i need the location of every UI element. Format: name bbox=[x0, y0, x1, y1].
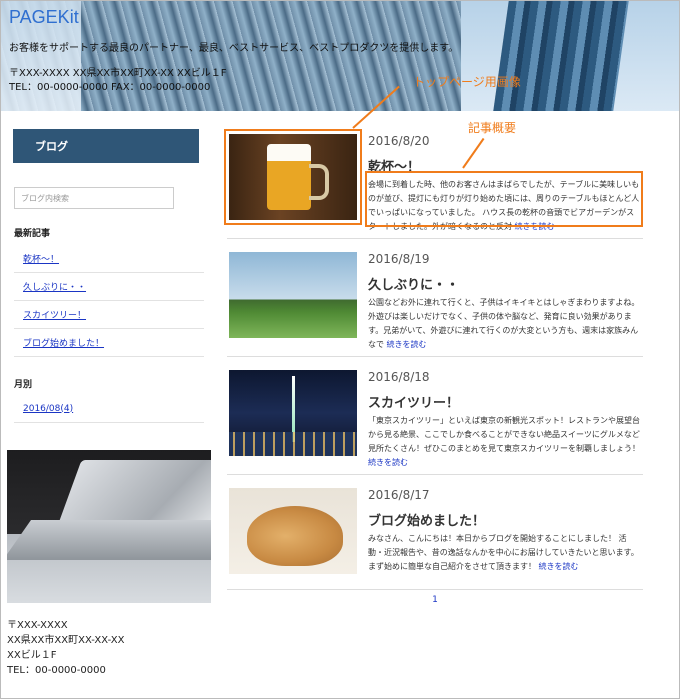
recent-posts-list: 乾杯〜！ 久しぶりに・・ スカイツリー！ ブログ始めました！ bbox=[14, 245, 204, 357]
post-title[interactable]: スカイツリー！ bbox=[368, 392, 459, 411]
read-more-link[interactable]: 続きを読む bbox=[368, 458, 408, 467]
read-more-link[interactable]: 続きを読む bbox=[539, 562, 579, 571]
post-thumbnail-skytree[interactable] bbox=[229, 370, 357, 456]
callout-summary-line bbox=[462, 137, 485, 169]
post-thumbnail-dog[interactable] bbox=[229, 488, 357, 574]
highlight-top-image bbox=[224, 129, 362, 225]
recent-post-item: スカイツリー！ bbox=[14, 301, 204, 329]
read-more-link[interactable]: 続きを読む bbox=[387, 340, 427, 349]
recent-post-link[interactable]: 久しぶりに・・ bbox=[23, 280, 86, 293]
site-tagline: お客様をサポートする最良のパートナー、最良、ベストサービス、ベストプロダクツを提… bbox=[9, 43, 459, 54]
post-divider bbox=[227, 238, 643, 239]
post-date: 2016/8/17 bbox=[368, 488, 430, 502]
post-date: 2016/8/20 bbox=[368, 134, 430, 148]
footer-zip: 〒XXX-XXXX bbox=[7, 620, 68, 631]
post-thumbnail-park[interactable] bbox=[229, 252, 357, 338]
header-address: 〒XXX-XXXX XX県XX市XX町XX-XX XXビル１F TEL：00-0… bbox=[9, 67, 227, 95]
site-logo[interactable]: PAGEKit bbox=[9, 7, 79, 28]
footer-building: XXビル１F bbox=[7, 650, 57, 661]
post-divider bbox=[227, 474, 643, 475]
footer-street: XX県XX市XX町XX-XX-XX bbox=[7, 635, 125, 646]
header-tel-line: TEL：00-0000-0000 FAX：00-0000-0000 bbox=[9, 82, 211, 93]
laptop-image bbox=[7, 450, 211, 603]
post-excerpt: 「東京スカイツリー」といえば東京の新観光スポット！レストランや展望台から見る絶景… bbox=[368, 414, 640, 470]
recent-post-item: 久しぶりに・・ bbox=[14, 273, 204, 301]
callout-top-image: トップページ用画像 bbox=[413, 75, 521, 89]
post-excerpt-text: 「東京スカイツリー」といえば東京の新観光スポット！レストランや展望台から見る絶景… bbox=[368, 416, 640, 453]
post-date: 2016/8/19 bbox=[368, 252, 430, 266]
blog-button[interactable]: ブログ bbox=[13, 129, 199, 163]
skytree-water bbox=[229, 432, 357, 456]
pagination-page-link[interactable]: 1 bbox=[432, 595, 438, 605]
highlight-summary bbox=[365, 171, 643, 227]
pagination: 1 bbox=[227, 595, 643, 605]
recent-post-link[interactable]: ブログ始めました！ bbox=[23, 336, 104, 349]
monthly-archive-link[interactable]: 2016/08(4) bbox=[23, 404, 73, 414]
header-building-image bbox=[493, 1, 629, 111]
blog-search-input[interactable] bbox=[14, 187, 174, 209]
post-excerpt-text: みなさん、こんにちは！本日からブログを開始することにしました！ 活動・近況報告や… bbox=[368, 534, 639, 571]
post-divider bbox=[227, 356, 643, 357]
post-title[interactable]: 久しぶりに・・ bbox=[368, 274, 459, 293]
dog-shape bbox=[247, 506, 343, 566]
monthly-archive-list: 2016/08(4) bbox=[14, 395, 204, 423]
page-frame: PAGEKit お客様をサポートする最良のパートナー、最良、ベストサービス、ベス… bbox=[0, 0, 680, 699]
callout-summary: 記事概要 bbox=[468, 121, 517, 135]
monthly-archive-item: 2016/08(4) bbox=[14, 395, 204, 423]
monthly-archive-heading: 月別 bbox=[14, 380, 33, 390]
laptop-base bbox=[7, 520, 211, 560]
footer-tel: TEL：00-0000-0000 bbox=[7, 665, 106, 676]
recent-post-link[interactable]: スカイツリー！ bbox=[23, 308, 86, 321]
recent-post-item: ブログ始めました！ bbox=[14, 329, 204, 357]
post-excerpt: 公園などお外に連れて行くと、子供はイキイキとはしゃぎまわりますよね。外遊びは楽し… bbox=[368, 296, 640, 352]
pagination-divider bbox=[227, 589, 643, 590]
recent-posts-heading: 最新記事 bbox=[14, 229, 51, 239]
post-title[interactable]: ブログ始めました！ bbox=[368, 510, 485, 529]
recent-post-item: 乾杯〜！ bbox=[14, 245, 204, 273]
footer-address: 〒XXX-XXXX XX県XX市XX町XX-XX-XX XXビル１F TEL：0… bbox=[7, 618, 124, 678]
header-banner: PAGEKit お客様をサポートする最良のパートナー、最良、ベストサービス、ベス… bbox=[1, 1, 679, 111]
header-address-line: 〒XXX-XXXX XX県XX市XX町XX-XX XXビル１F bbox=[9, 68, 227, 79]
recent-post-link[interactable]: 乾杯〜！ bbox=[23, 252, 59, 265]
post-excerpt: みなさん、こんにちは！本日からブログを開始することにしました！ 活動・近況報告や… bbox=[368, 532, 640, 574]
post-date: 2016/8/18 bbox=[368, 370, 430, 384]
